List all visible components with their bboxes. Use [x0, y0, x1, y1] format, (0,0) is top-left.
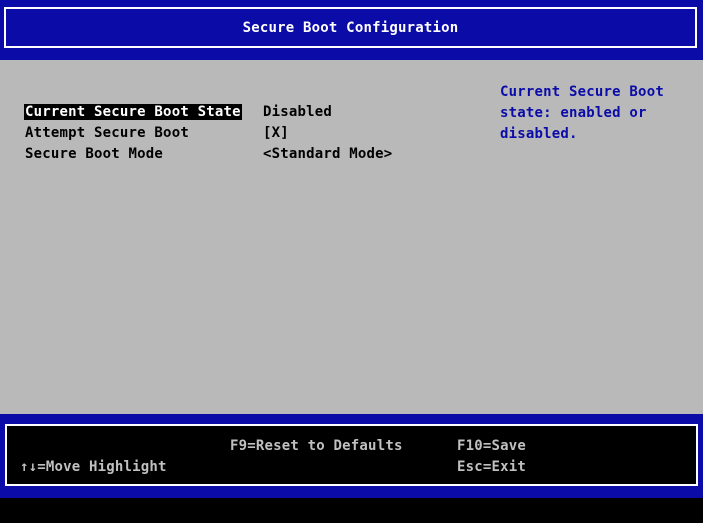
bottom-strip [0, 498, 703, 523]
footer-frame: F9=Reset to Defaults F10=Save ↑↓=Move Hi… [5, 424, 698, 486]
exit-hint: Esc=Exit [457, 459, 527, 475]
setting-row-attempt-secure-boot[interactable]: Attempt Secure Boot [X] [25, 125, 289, 141]
attempt-secure-boot-checkbox[interactable]: [X] [263, 125, 289, 141]
setting-label: Current Secure Boot State [24, 104, 242, 120]
setting-label: Attempt Secure Boot [25, 125, 189, 141]
setting-row-current-secure-boot-state[interactable]: Current Secure Boot State Disabled [24, 104, 332, 120]
footer-bar: F9=Reset to Defaults F10=Save ↑↓=Move Hi… [0, 414, 703, 498]
settings-panel: Current Secure Boot State Disabled Attem… [0, 60, 703, 414]
help-text: Current Secure Boot state: enabled or di… [500, 84, 664, 142]
secure-boot-mode-select[interactable]: <Standard Mode> [263, 146, 392, 162]
title-frame: Secure Boot Configuration [4, 7, 697, 48]
move-highlight-hint: ↑↓=Move Highlight [20, 459, 167, 475]
page-title: Secure Boot Configuration [242, 20, 459, 36]
save-hint: F10=Save [457, 438, 527, 454]
setting-label: Secure Boot Mode [25, 146, 164, 162]
reset-defaults-hint: F9=Reset to Defaults [230, 438, 403, 454]
setting-row-secure-boot-mode[interactable]: Secure Boot Mode <Standard Mode> [25, 146, 392, 162]
setting-value: Disabled [263, 104, 333, 120]
title-bar: Secure Boot Configuration [0, 0, 703, 60]
